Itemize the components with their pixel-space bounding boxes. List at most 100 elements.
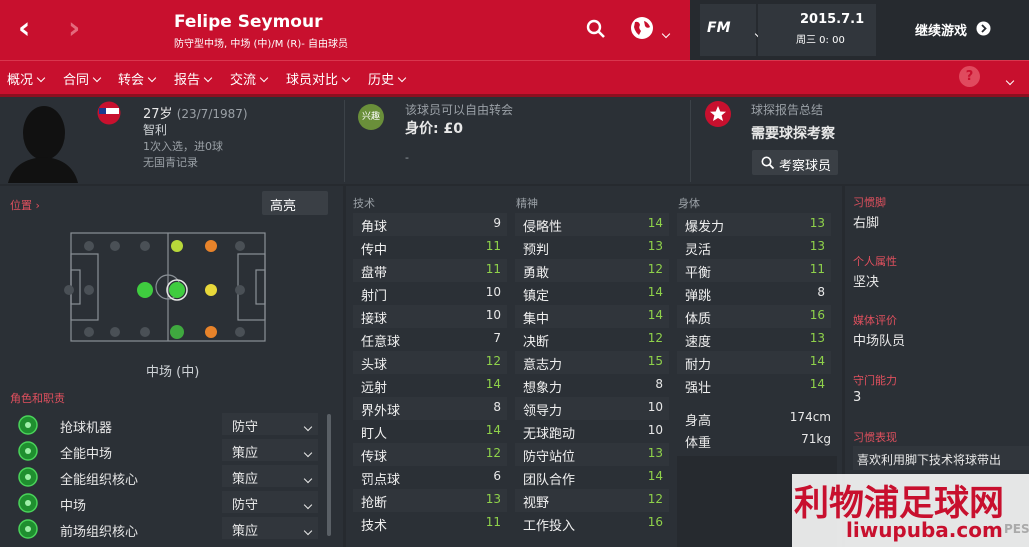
attribute-name: 团队合作	[523, 473, 576, 488]
role-row[interactable]: 中场 防守	[0, 490, 330, 516]
attribute-name: 侵略性	[523, 220, 563, 235]
attribute-row[interactable]: 平衡 11	[677, 259, 831, 282]
attribute-row[interactable]: 防守站位 13	[515, 443, 669, 466]
divider	[344, 100, 345, 182]
attribute-row[interactable]: 技术 11	[353, 512, 507, 535]
role-duty-select[interactable]: 策应	[222, 517, 318, 539]
attribute-row[interactable]: 勇敢 12	[515, 259, 669, 282]
attribute-row[interactable]: 角球 9	[353, 213, 507, 236]
menu-history[interactable]: 历史	[368, 69, 407, 88]
attribute-name: 传中	[361, 243, 388, 258]
attribute-row[interactable]: 领导力 10	[515, 397, 669, 420]
menu-label: 报告	[174, 73, 201, 88]
role-row[interactable]: 前场组织核心 策应	[0, 516, 330, 542]
player-nation[interactable]: 智利	[143, 121, 167, 138]
menu-more-chevron-icon[interactable]	[1005, 76, 1015, 86]
attribute-row[interactable]: 射门 10	[353, 282, 507, 305]
attribute-row[interactable]: 工作投入 16	[515, 512, 669, 535]
attribute-row[interactable]: 预判 13	[515, 236, 669, 259]
attribute-row[interactable]: 界外球 8	[353, 397, 507, 420]
menu-label: 历史	[368, 73, 395, 88]
role-duty-select[interactable]: 策应	[222, 465, 318, 487]
menu-reports[interactable]: 报告	[174, 69, 213, 88]
attribute-row[interactable]: 强壮 14	[677, 374, 831, 397]
role-row[interactable]: 全能组织核心 策应	[0, 464, 330, 490]
attribute-row[interactable]: 无球跑动 10	[515, 420, 669, 443]
menu-interaction[interactable]: 交流	[230, 69, 269, 88]
attribute-row[interactable]: 盘带 11	[353, 259, 507, 282]
attribute-row[interactable]: 想象力 8	[515, 374, 669, 397]
watermark-corner: PES	[1004, 522, 1029, 536]
attribute-value: 13	[647, 446, 663, 460]
attribute-row[interactable]: 视野 12	[515, 489, 669, 512]
role-duty: 防守	[232, 420, 259, 435]
player-age: 27岁 (23/7/1987)	[143, 103, 248, 122]
fm-logo: FM	[707, 20, 731, 36]
search-icon[interactable]	[586, 19, 608, 41]
attribute-row[interactable]: 弹跳 8	[677, 282, 831, 305]
menu-contract[interactable]: 合同	[63, 69, 102, 88]
attribute-row[interactable]: 盯人 14	[353, 420, 507, 443]
attribute-row[interactable]: 灵活 13	[677, 236, 831, 259]
position-label: 中场 (中)	[146, 365, 200, 380]
role-duty: 策应	[232, 472, 259, 487]
attribute-row[interactable]: 接球 10	[353, 305, 507, 328]
attribute-name: 盯人	[361, 427, 388, 442]
weight-label: 体重	[685, 436, 712, 451]
attribute-row[interactable]: 爆发力 13	[677, 213, 831, 236]
view-select-value: 高亮	[270, 199, 297, 214]
attribute-row[interactable]: 体质 16	[677, 305, 831, 328]
attribute-row[interactable]: 侵略性 14	[515, 213, 669, 236]
menu-overview[interactable]: 概况	[7, 69, 46, 88]
roles-title: 角色和职责	[10, 392, 65, 405]
attribute-row[interactable]: 集中 14	[515, 305, 669, 328]
attribute-value: 13	[485, 492, 501, 506]
chevron-down-icon	[341, 73, 351, 83]
attribute-row[interactable]: 传球 12	[353, 443, 507, 466]
back-button[interactable]: ‹	[18, 14, 30, 44]
physical-list: 爆发力 13 灵活 13 平衡 11 弹跳 8 体质 16 速度 13 耐力 14 强壮 14	[677, 213, 837, 403]
attribute-row[interactable]: 抢断 13	[353, 489, 507, 512]
chevron-down-icon	[303, 526, 313, 536]
attribute-row[interactable]: 决断 12	[515, 328, 669, 351]
attribute-row[interactable]: 意志力 15	[515, 351, 669, 374]
attribute-row[interactable]: 罚点球 6	[353, 466, 507, 489]
role-duty-select[interactable]: 防守	[222, 491, 318, 513]
chevron-down-icon	[303, 474, 313, 484]
technical-title: 技术	[353, 197, 375, 210]
chevron-down-icon	[259, 73, 269, 83]
globe-icon[interactable]	[630, 16, 656, 42]
role-row[interactable]: 全能中场 策应	[0, 438, 330, 464]
technical-list: 角球 9 传中 11 盘带 11 射门 10 接球 10 任意球 7 头球 12 远射 14 界外球 8 盯人 14 传…	[353, 213, 513, 543]
attribute-row[interactable]: 耐力 14	[677, 351, 831, 374]
attribute-row[interactable]: 传中 11	[353, 236, 507, 259]
chevron-down-icon	[303, 500, 313, 510]
attribute-value: 12	[647, 492, 663, 506]
attribute-value: 12	[485, 354, 501, 368]
role-row[interactable]: 抢球机器 防守	[0, 412, 330, 438]
roles-scrollbar[interactable]	[327, 414, 331, 536]
arrow-right-circle-icon	[976, 21, 991, 36]
role-duty-select[interactable]: 策应	[222, 439, 318, 461]
attribute-row[interactable]: 镇定 14	[515, 282, 669, 305]
attribute-value: 15	[647, 354, 663, 368]
attribute-name: 决断	[523, 335, 550, 350]
attribute-row[interactable]: 远射 14	[353, 374, 507, 397]
current-day-time: 周三 0: 00	[796, 35, 845, 46]
help-icon[interactable]: ?	[959, 66, 980, 87]
menu-transfer[interactable]: 转会	[118, 69, 157, 88]
attribute-value: 14	[485, 423, 501, 437]
attribute-row[interactable]: 团队合作 14	[515, 466, 669, 489]
attribute-row[interactable]: 头球 12	[353, 351, 507, 374]
scout-need: 需要球探考察	[751, 126, 835, 142]
scout-button-label: 考察球员	[779, 159, 832, 174]
attribute-row[interactable]: 任意球 7	[353, 328, 507, 351]
role-duty-select[interactable]: 防守	[222, 413, 318, 435]
menu-compare[interactable]: 球员对比	[286, 69, 351, 88]
forward-button[interactable]: ›	[68, 14, 80, 44]
attribute-row[interactable]: 速度 13	[677, 328, 831, 351]
mental-list: 侵略性 14 预判 13 勇敢 12 镇定 14 集中 14 决断 12 意志力 15 想象力 8 领导力 10 无…	[515, 213, 675, 543]
physical-title: 身体	[678, 197, 700, 210]
position-link[interactable]: 位置 ›	[10, 197, 40, 213]
media-value: 中场队员	[853, 334, 906, 349]
